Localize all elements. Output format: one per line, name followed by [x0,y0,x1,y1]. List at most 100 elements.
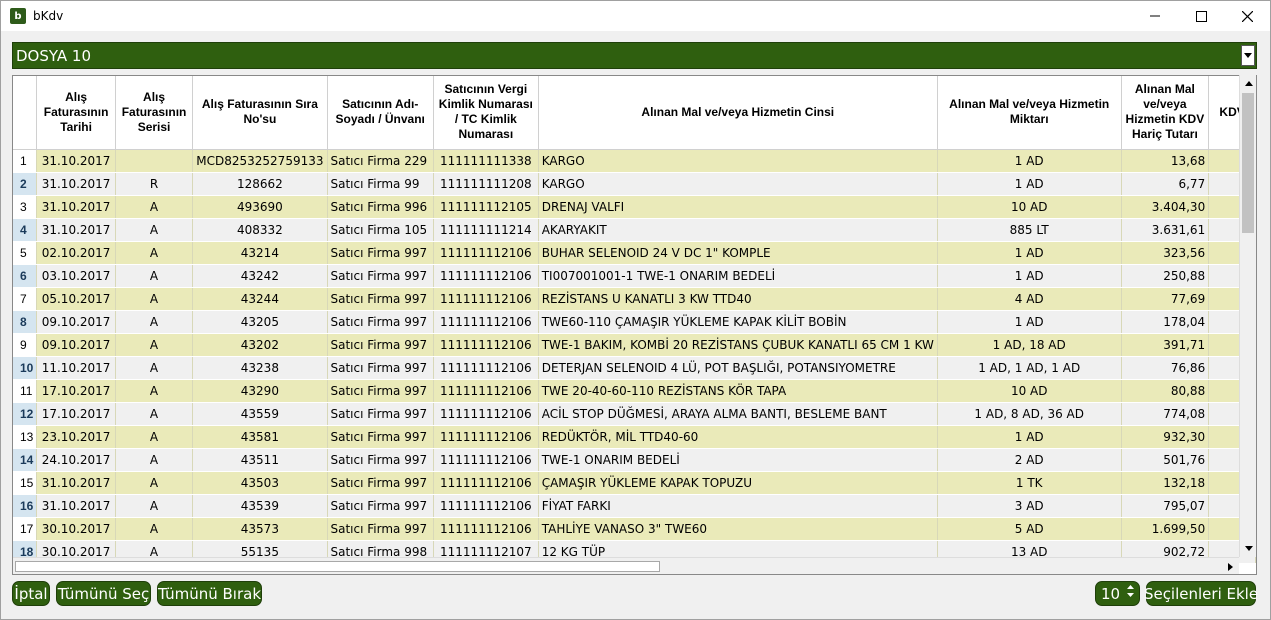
cell-series[interactable]: R [115,172,194,196]
cell-tax-id[interactable]: 111111112106 [433,287,539,311]
horizontal-scrollbar[interactable] [13,557,1239,574]
column-header[interactable]: Alış Faturasının Sıra No'su [192,76,328,150]
cell-seller-name[interactable]: Satıcı Firma 997 [327,356,434,380]
stepper-down-icon[interactable] [1127,593,1134,597]
cell-seller-name[interactable]: Satıcı Firma 997 [327,264,434,288]
cell-goods-type[interactable]: FİYAT FARKI [538,494,938,518]
cell-quantity[interactable]: 1 AD [937,149,1122,173]
add-selected-button[interactable]: Seçilenleri Ekle [1144,581,1258,606]
cell-date[interactable]: 31.10.2017 [36,494,116,518]
cell-date[interactable]: 09.10.2017 [36,333,116,357]
cell-seller-name[interactable]: Satıcı Firma 99 [327,172,434,196]
cell-series[interactable]: A [115,333,194,357]
cell-quantity[interactable]: 885 LT [937,218,1122,242]
cell-invoice-no[interactable]: 408332 [192,218,328,242]
cell-seller-name[interactable]: Satıcı Firma 997 [327,425,434,449]
cell-amount[interactable]: 6,77 [1121,172,1210,196]
title-bar[interactable]: b bKdv [1,1,1270,31]
row-number[interactable]: 3 [13,195,38,219]
deselect-all-button[interactable]: Tümünü Bırak [157,581,262,606]
cell-series[interactable]: A [115,264,194,288]
cell-invoice-no[interactable]: 43244 [192,287,328,311]
cell-amount[interactable]: 774,08 [1121,402,1210,426]
row-number[interactable]: 8 [13,310,38,334]
cell-amount[interactable]: 178,04 [1121,310,1210,334]
cell-series[interactable]: A [115,356,194,380]
table-row[interactable]: 11 17.10.2017 A 43290 Satıcı Firma 997 111111… [13,379,1256,403]
vertical-scroll-thumb[interactable] [1242,93,1254,233]
cell-tax-id[interactable]: 111111112106 [433,448,539,472]
row-number[interactable]: 6 [13,264,38,288]
row-number[interactable]: 15 [13,471,38,495]
cell-tax-id[interactable]: 111111112106 [433,379,539,403]
cell-invoice-no[interactable]: 43238 [192,356,328,380]
column-header[interactable]: Alış Faturasının Tarihi [36,76,116,150]
cell-seller-name[interactable]: Satıcı Firma 997 [327,448,434,472]
stepper-arrows[interactable] [1127,585,1134,597]
cell-series[interactable]: A [115,195,194,219]
cell-invoice-no[interactable]: 493690 [192,195,328,219]
cell-tax-id[interactable]: 111111111214 [433,218,539,242]
cell-seller-name[interactable]: Satıcı Firma 997 [327,287,434,311]
cell-series[interactable]: A [115,241,194,265]
cell-seller-name[interactable]: Satıcı Firma 997 [327,379,434,403]
table-row[interactable]: 12 17.10.2017 A 43559 Satıcı Firma 997 111111… [13,402,1256,426]
cell-quantity[interactable]: 1 AD [937,264,1122,288]
cell-invoice-no[interactable]: 43202 [192,333,328,357]
table-row[interactable]: 8 09.10.2017 A 43205 Satıcı Firma 997 1111111… [13,310,1256,334]
cell-quantity[interactable]: 1 AD, 18 AD [937,333,1122,357]
cell-amount[interactable]: 501,76 [1121,448,1210,472]
cell-amount[interactable]: 391,71 [1121,333,1210,357]
cell-goods-type[interactable]: REZİSTANS U KANATLI 3 KW TTD40 [538,287,938,311]
table-row[interactable]: 15 31.10.2017 A 43503 Satıcı Firma 997 111111… [13,471,1256,495]
cell-seller-name[interactable]: Satıcı Firma 997 [327,517,434,541]
cell-seller-name[interactable]: Satıcı Firma 229 [327,149,434,173]
cell-tax-id[interactable]: 111111112106 [433,356,539,380]
cell-date[interactable]: 31.10.2017 [36,195,116,219]
cell-seller-name[interactable]: Satıcı Firma 997 [327,333,434,357]
cell-date[interactable]: 17.10.2017 [36,379,116,403]
cell-series[interactable]: A [115,310,194,334]
row-number[interactable]: 17 [13,517,38,541]
cell-quantity[interactable]: 4 AD [937,287,1122,311]
cell-amount[interactable]: 13,68 [1121,149,1210,173]
cell-date[interactable]: 09.10.2017 [36,310,116,334]
cell-date[interactable]: 31.10.2017 [36,471,116,495]
cell-date[interactable]: 31.10.2017 [36,172,116,196]
table-row[interactable]: 2 31.10.2017 R 128662 Satıcı Firma 99 1111111… [13,172,1256,196]
column-header[interactable]: Satıcının Vergi Kimlik Numarası / TC Kim… [433,76,539,150]
cell-goods-type[interactable]: TAHLİYE VANASO 3" TWE60 [538,517,938,541]
minimize-button[interactable] [1132,1,1178,31]
cell-date[interactable]: 23.10.2017 [36,425,116,449]
cell-series[interactable]: A [115,425,194,449]
table-row[interactable]: 7 05.10.2017 A 43244 Satıcı Firma 997 1111111… [13,287,1256,311]
scroll-up-button[interactable] [1240,75,1257,92]
cell-goods-type[interactable]: DRENAJ VALFI [538,195,938,219]
cell-amount[interactable]: 323,56 [1121,241,1210,265]
cell-tax-id[interactable]: 111111112106 [433,241,539,265]
cell-series[interactable]: A [115,218,194,242]
cell-quantity[interactable]: 1 AD [937,241,1122,265]
cell-series[interactable]: A [115,471,194,495]
cell-quantity[interactable]: 1 AD, 8 AD, 36 AD [937,402,1122,426]
column-header[interactable]: Alınan Mal ve/veya Hizmetin Miktarı [937,76,1122,150]
row-number[interactable]: 7 [13,287,38,311]
cell-tax-id[interactable]: 111111111338 [433,149,539,173]
column-header[interactable]: Satıcının Adı-Soyadı / Ünvanı [327,76,434,150]
cell-seller-name[interactable]: Satıcı Firma 997 [327,471,434,495]
cell-goods-type[interactable]: TWE-1 ONARIM BEDELİ [538,448,938,472]
cell-amount[interactable]: 3.631,61 [1121,218,1210,242]
table-row[interactable]: 14 24.10.2017 A 43511 Satıcı Firma 997 111111… [13,448,1256,472]
cell-goods-type[interactable]: TI007001001-1 TWE-1 ONARIM BEDELİ [538,264,938,288]
cell-series[interactable]: A [115,287,194,311]
scroll-down-button[interactable] [1240,540,1257,557]
cell-quantity[interactable]: 3 AD [937,494,1122,518]
cell-amount[interactable]: 932,30 [1121,425,1210,449]
cell-date[interactable]: 30.10.2017 [36,517,116,541]
cell-tax-id[interactable]: 111111112106 [433,333,539,357]
cell-amount[interactable]: 77,69 [1121,287,1210,311]
cell-invoice-no[interactable]: 43581 [192,425,328,449]
cell-series[interactable] [115,149,194,173]
cell-date[interactable]: 11.10.2017 [36,356,116,380]
invoice-grid[interactable]: Alış Faturasının Tarihi Alış Faturasının … [12,75,1257,575]
